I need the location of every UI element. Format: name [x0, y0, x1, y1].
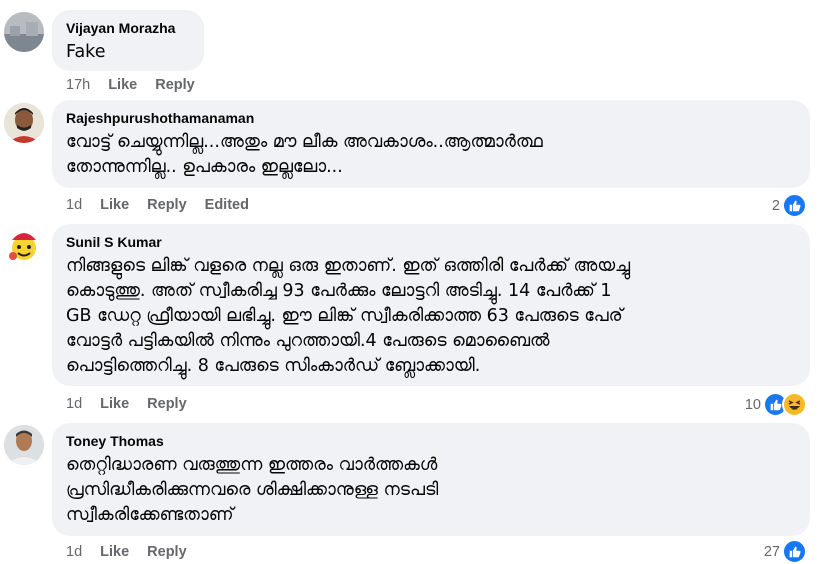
avatar-vijayan[interactable]	[4, 12, 44, 52]
comment-author[interactable]: Vijayan Morazha	[66, 19, 190, 37]
comment-author[interactable]: Sunil S Kumar	[66, 233, 796, 251]
comment-actions: 1d Like Reply	[66, 396, 205, 412]
like-button[interactable]: Like	[100, 197, 129, 213]
comment-bubble: Rajeshpurushothamanaman വോട്ട് ചെയ്യുന്ന…	[52, 100, 810, 188]
reply-button[interactable]: Reply	[147, 544, 187, 560]
comment-time[interactable]: 1d	[66, 544, 82, 560]
comment-text: Fake	[66, 42, 106, 62]
reply-button[interactable]: Reply	[147, 197, 187, 213]
avatar-toney[interactable]	[4, 425, 44, 465]
comment-actions: 1d Like Reply Edited	[66, 197, 267, 213]
reaction-summary[interactable]: 27	[764, 539, 807, 564]
like-button[interactable]: Like	[108, 77, 137, 93]
comment-bubble: Toney Thomas തെറ്റിദ്ധാരണ വരുത്തുന്ന ഇത്…	[52, 423, 810, 536]
reply-button[interactable]: Reply	[155, 77, 195, 93]
avatar-rajesh[interactable]	[4, 103, 44, 143]
comment-bubble: Vijayan Morazha Fake	[52, 10, 204, 71]
comment-author[interactable]: Rajeshpurushothamanaman	[66, 109, 796, 127]
comment-author[interactable]: Toney Thomas	[66, 432, 796, 450]
edited-label[interactable]: Edited	[205, 197, 249, 213]
haha-reaction-icon	[782, 392, 807, 417]
reaction-summary[interactable]: 10	[745, 392, 807, 417]
reaction-summary[interactable]: 2	[772, 193, 807, 218]
comment-text: വോട്ട് ചെയ്യുന്നില്ല...അതും മൗ ലീക അവകാശ…	[66, 132, 543, 177]
comment-time[interactable]: 1d	[66, 396, 82, 412]
comment-time[interactable]: 1d	[66, 197, 82, 213]
reaction-count: 10	[744, 396, 761, 413]
reply-button[interactable]: Reply	[147, 396, 187, 412]
like-button[interactable]: Like	[100, 544, 129, 560]
reaction-count: 27	[763, 543, 780, 560]
comment-time[interactable]: 17h	[66, 77, 90, 93]
reaction-count: 2	[771, 197, 780, 214]
comment-text: നിങ്ങളുടെ ലിങ്ക് വളരെ നല്ല ഒരു ഇതാണ്. ഇത…	[66, 256, 631, 376]
comment-bubble: Sunil S Kumar നിങ്ങളുടെ ലിങ്ക് വളരെ നല്ല…	[52, 224, 810, 386]
comment-actions: 1d Like Reply	[66, 544, 205, 560]
like-reaction-icon	[782, 539, 807, 564]
avatar-sunil[interactable]	[4, 226, 44, 266]
like-reaction-icon	[782, 193, 807, 218]
like-button[interactable]: Like	[100, 396, 129, 412]
comment-text: തെറ്റിദ്ധാരണ വരുത്തുന്ന ഇത്തരം വാർത്തകൾ …	[66, 455, 439, 525]
comment-actions: 17h Like Reply	[66, 77, 213, 93]
